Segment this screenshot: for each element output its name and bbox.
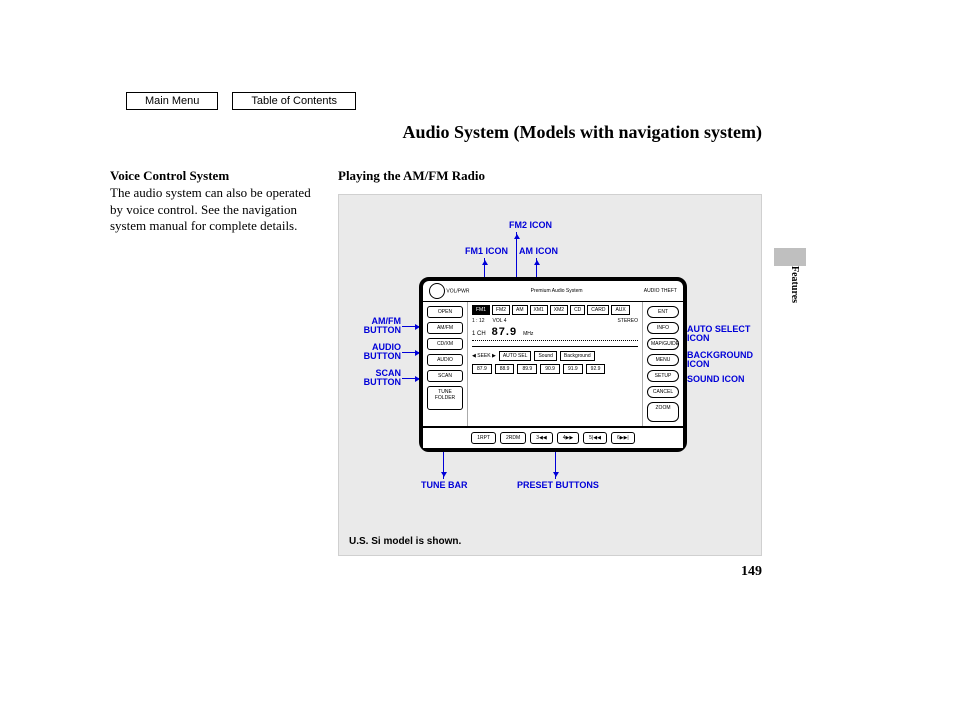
preset-3[interactable]: 89.9 [517,364,537,374]
preset-5[interactable]: 91.9 [563,364,583,374]
voice-control-section: Voice Control System The audio system ca… [110,168,322,234]
foot-btn-3[interactable]: 3◀◀ [530,432,552,444]
cancel-button[interactable]: CANCEL [647,386,679,398]
ent-button[interactable]: ENT [647,306,679,318]
vol-knob-icon [429,283,445,299]
tab-xm1[interactable]: XM1 [530,305,548,315]
callout-tune-bar: TUNE BAR [421,481,468,490]
callout-fm2-icon: FM2 ICON [509,221,552,230]
stereo-label: STEREO [617,318,638,324]
foot-btn-6[interactable]: 6▶▶| [611,432,635,444]
channel-label: 1 CH [472,331,486,337]
foot-btn-5[interactable]: 5|◀◀ [583,432,607,444]
tab-am[interactable]: AM [512,305,528,315]
tab-aux[interactable]: AUX [611,305,629,315]
preset-6[interactable]: 92.9 [586,364,606,374]
audio-button[interactable]: AUDIO [427,354,463,366]
callout-preset-buttons: PRESET BUTTONS [517,481,599,490]
tune-bar[interactable] [472,340,638,347]
clock-value: 1 : 12 [472,318,485,324]
right-button-column: ENT INFO MAP/GUIDE MENU SETUP CANCEL ZOO… [642,302,683,426]
info-button[interactable]: INFO [647,322,679,334]
callout-fm1-icon: FM1 ICON [465,247,508,256]
toc-button[interactable]: Table of Contents [232,92,356,110]
callout-autoselect-icon: AUTO SELECT ICON [687,325,761,344]
unit-brand-label: Premium Audio System [531,288,583,294]
cdxm-button[interactable]: CD/XM [427,338,463,350]
diagram-caption: U.S. Si model is shown. [349,536,461,547]
frequency-value: 87.9 [492,326,517,338]
callout-scan-button: SCAN BUTTON [349,369,401,388]
tab-cd[interactable]: CD [570,305,585,315]
section-tab [774,248,806,266]
audio-theft-label: AUDIO THEFT [644,288,677,294]
main-menu-button[interactable]: Main Menu [126,92,218,110]
callout-audio-button: AUDIO BUTTON [349,343,401,362]
setup-button[interactable]: SETUP [647,370,679,382]
open-button[interactable]: OPEN [427,306,463,318]
callout-amfm-button: AM/FM BUTTON [349,317,401,336]
tab-xm2[interactable]: XM2 [550,305,568,315]
section-heading: Playing the AM/FM Radio [338,168,762,184]
menu-button[interactable]: MENU [647,354,679,366]
preset-1[interactable]: 87.9 [472,364,492,374]
preset-4[interactable]: 90.9 [540,364,560,374]
section-tab-label: Features [789,266,800,303]
volume-value: VOL 4 [493,318,507,324]
foot-btn-1[interactable]: 1RPT [471,432,496,444]
preset-2[interactable]: 88.9 [495,364,515,374]
freq-unit-label: MHz [523,331,533,337]
zoom-button[interactable]: ZOOM [647,402,679,422]
tab-fm1[interactable]: FM1 [472,305,490,315]
left-button-column: OPEN AM/FM CD/XM AUDIO SCAN TUNE FOLDER [423,302,468,426]
display-screen: FM1 FM2 AM XM1 XM2 CD CARD AUX 1 : 12 VO… [468,302,642,426]
callout-background-icon: BACKGROUND ICON [687,351,761,370]
amfm-button[interactable]: AM/FM [427,322,463,334]
background-button[interactable]: Background [560,351,595,361]
tab-fm2[interactable]: FM2 [492,305,510,315]
seek-label: SEEK [477,353,490,359]
foot-btn-2[interactable]: 2RDM [500,432,526,444]
foot-btn-4[interactable]: 4▶▶ [557,432,579,444]
vol-pwr-label: VOL/PWR [446,288,469,294]
auto-sel-button[interactable]: AUTO SEL [499,351,532,361]
tune-folder-button[interactable]: TUNE FOLDER [427,386,463,410]
page-title: Audio System (Models with navigation sys… [402,122,762,143]
callout-sound-icon: SOUND ICON [687,375,745,384]
radio-diagram: FM2 ICON FM1 ICON AM ICON AM/FM BUTTON A… [338,194,762,556]
scan-button[interactable]: SCAN [427,370,463,382]
voice-heading: Voice Control System [110,168,322,184]
page-number: 149 [741,564,762,580]
head-unit: VOL/PWR Premium Audio System AUDIO THEFT… [419,277,687,452]
map-guide-button[interactable]: MAP/GUIDE [647,338,679,350]
tab-card[interactable]: CARD [587,305,609,315]
preset-button-row: 1RPT 2RDM 3◀◀ 4▶▶ 5|◀◀ 6▶▶| [423,426,683,448]
callout-am-icon: AM ICON [519,247,558,256]
sound-button[interactable]: Sound [534,351,556,361]
voice-body: The audio system can also be operated by… [110,185,322,234]
